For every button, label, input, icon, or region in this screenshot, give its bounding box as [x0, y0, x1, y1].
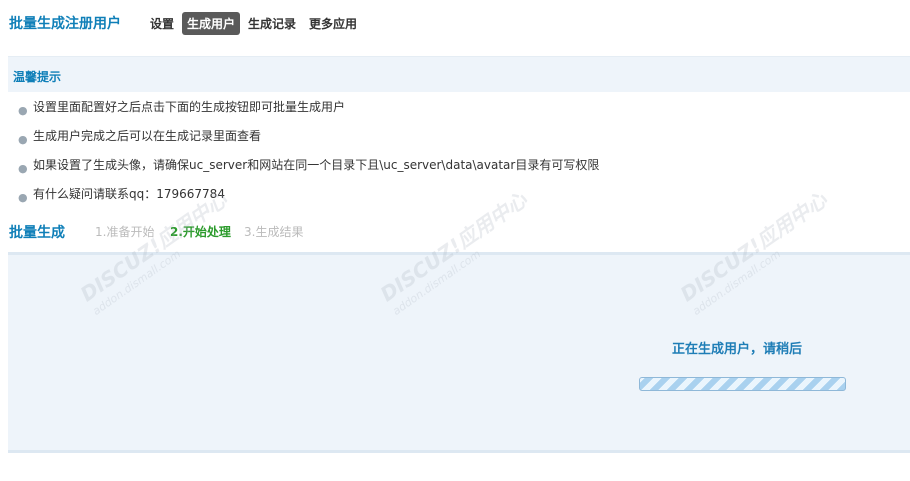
bullet-icon: ●	[18, 133, 28, 146]
progress-bar	[639, 377, 846, 391]
list-item: ● 设置里面配置好之后点击下面的生成按钮即可批量生成用户	[0, 95, 910, 124]
tips-title: 温馨提示	[13, 70, 62, 84]
tips-list: ● 设置里面配置好之后点击下面的生成按钮即可批量生成用户 ● 生成用户完成之后可…	[0, 95, 910, 211]
tip-text: 设置里面配置好之后点击下面的生成按钮即可批量生成用户	[33, 100, 346, 114]
top-bar: 批量生成注册用户 设置 生成用户 生成记录 更多应用	[0, 0, 910, 42]
list-item: ● 生成用户完成之后可以在生成记录里面查看	[0, 124, 910, 153]
app-title: 批量生成注册用户	[9, 16, 121, 32]
tip-text: 如果设置了生成头像，请确保uc_server和网站在同一个目录下且\uc_ser…	[33, 158, 600, 172]
batch-steps-row: 批量生成 1.准备开始 2.开始处理 3.生成结果	[0, 220, 910, 242]
nav-item-settings[interactable]: 设置	[145, 12, 179, 35]
tips-header: 温馨提示	[8, 56, 910, 92]
step-processing: 2.开始处理	[170, 225, 231, 239]
tip-text: 生成用户完成之后可以在生成记录里面查看	[33, 129, 262, 143]
top-nav: 设置 生成用户 生成记录 更多应用	[145, 12, 365, 35]
progress-panel: 正在生成用户，请稍后	[8, 252, 910, 453]
bullet-icon: ●	[18, 191, 28, 204]
nav-item-more-apps[interactable]: 更多应用	[304, 12, 362, 35]
nav-item-generate-users[interactable]: 生成用户	[182, 12, 241, 35]
section-title: 批量生成	[9, 225, 65, 241]
progress-fill	[640, 378, 845, 390]
status-message: 正在生成用户，请稍后	[672, 342, 803, 357]
bullet-icon: ●	[18, 104, 28, 117]
step-prepare: 1.准备开始	[95, 225, 155, 239]
list-item: ● 有什么疑问请联系qq：179667784	[0, 182, 910, 211]
tip-text: 有什么疑问请联系qq：179667784	[33, 187, 225, 201]
step-result: 3.生成结果	[244, 225, 304, 239]
nav-item-generate-records[interactable]: 生成记录	[243, 12, 301, 35]
list-item: ● 如果设置了生成头像，请确保uc_server和网站在同一个目录下且\uc_s…	[0, 153, 910, 182]
bullet-icon: ●	[18, 162, 28, 175]
